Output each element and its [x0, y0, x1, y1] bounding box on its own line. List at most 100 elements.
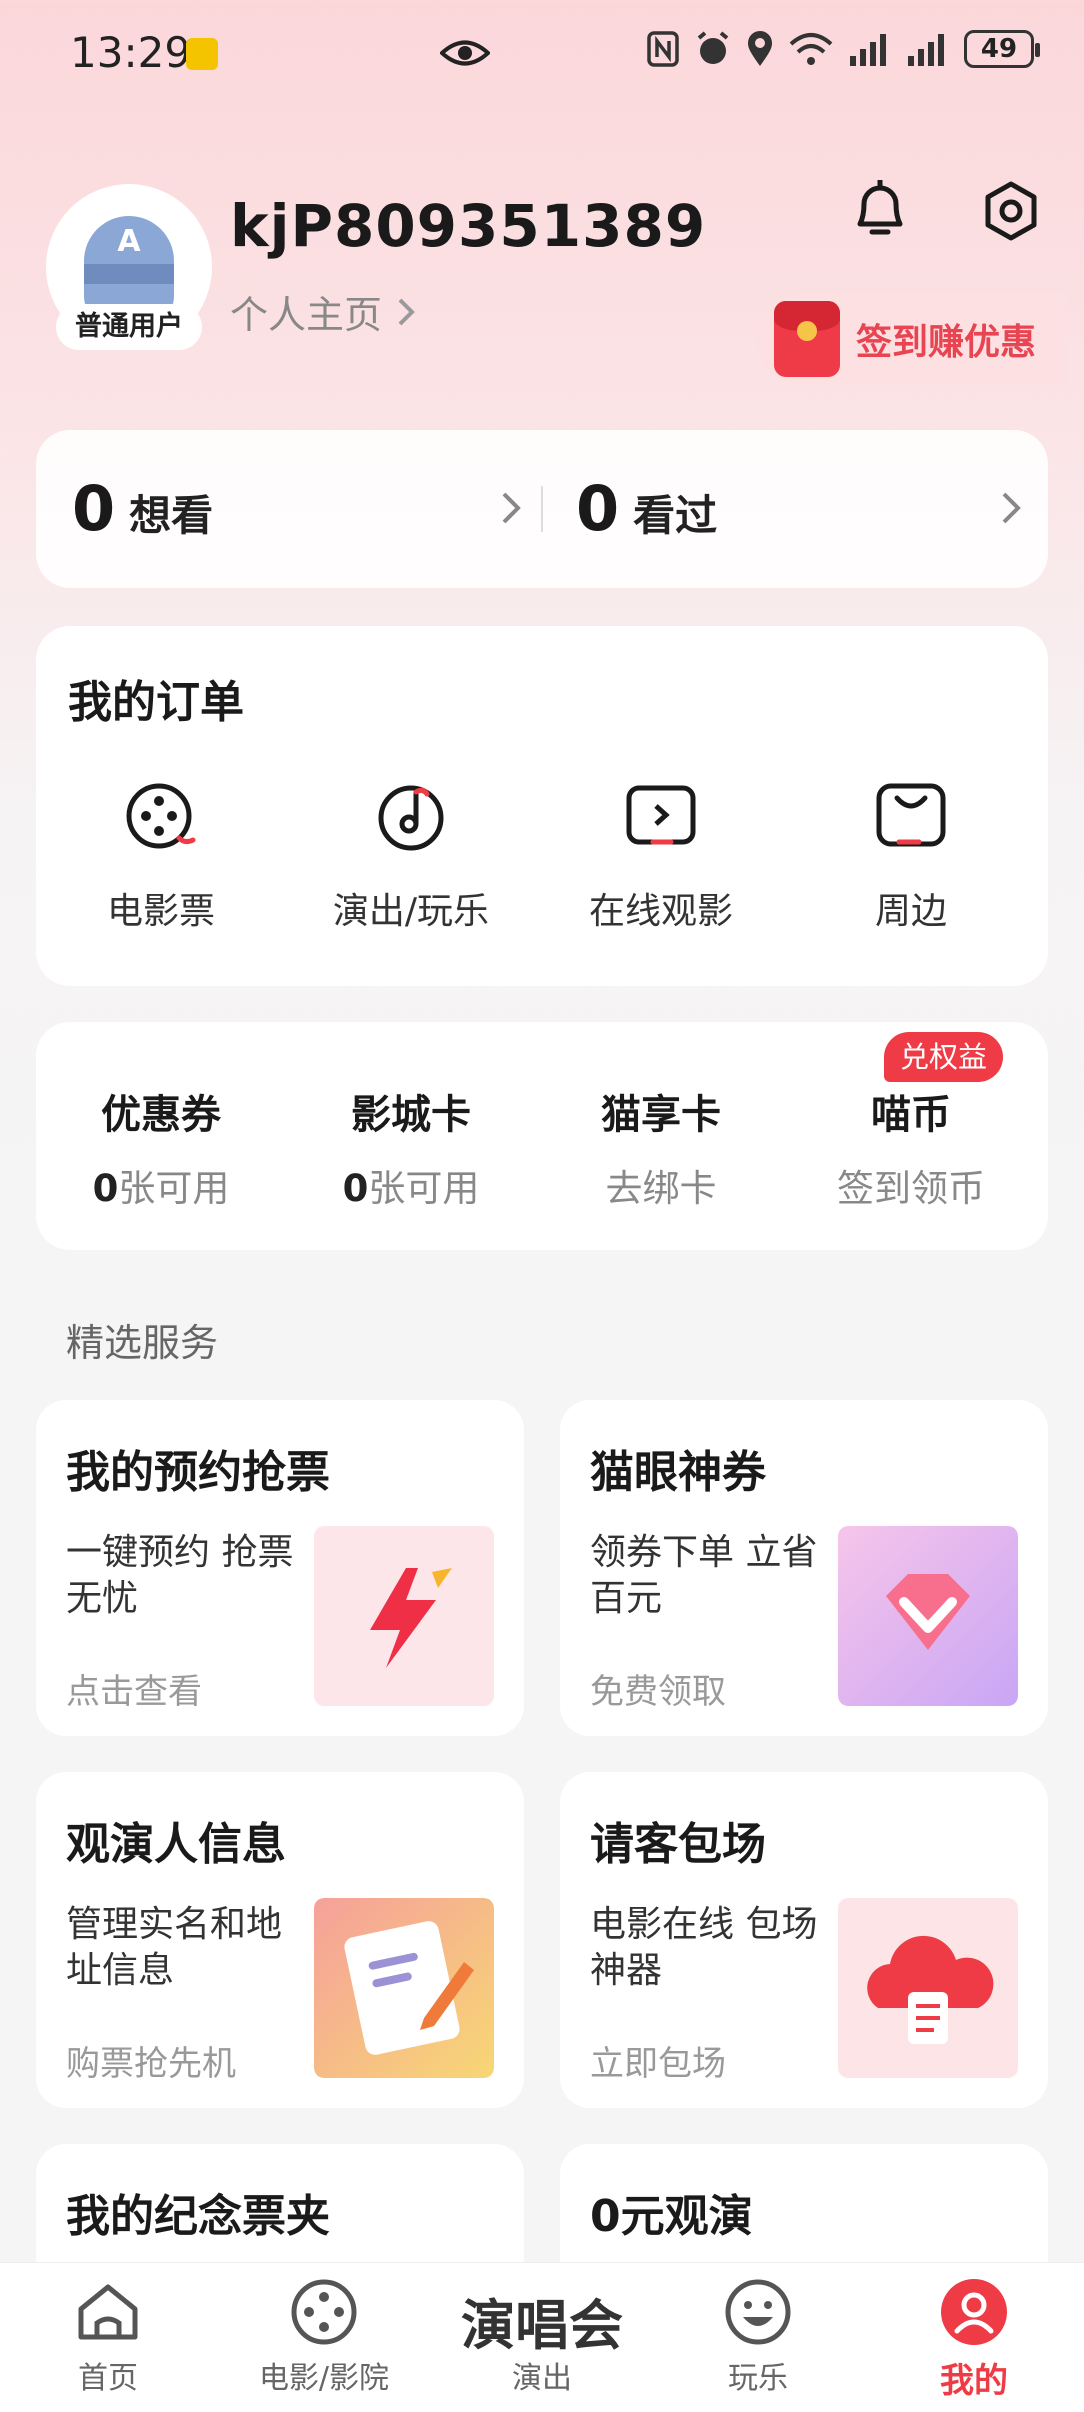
signal-icon-2: [908, 34, 944, 66]
nav-home[interactable]: 首页: [18, 2277, 198, 2397]
benefit-title: 猫享卡: [601, 1092, 721, 1138]
chevron-right-icon: [398, 298, 415, 325]
orders-title: 我的订单: [68, 677, 244, 728]
nav-entertainment[interactable]: 玩乐: [668, 2277, 848, 2397]
benefit-sub-text: 张可用: [368, 1167, 480, 1210]
service-card-private-screening[interactable]: 请客包场 电影在线 包场神器 立即包场: [560, 1772, 1048, 2108]
alarm-icon: [697, 31, 729, 64]
order-movie-tickets[interactable]: 电影票: [36, 776, 286, 934]
battery-level: 49: [980, 34, 1018, 64]
service-card-reservations[interactable]: 我的预约抢票 一键预约 抢票无忧 点击查看: [36, 1400, 524, 1736]
benefit-title: 优惠券: [101, 1092, 221, 1138]
user-icon: [941, 2279, 1007, 2345]
nav-label: 演出: [512, 2361, 572, 2396]
service-desc: 管理实名和地址信息: [66, 1904, 283, 1991]
service-title: 我的纪念票夹: [66, 2191, 330, 2242]
checkin-label: 签到赚优惠: [856, 322, 1037, 363]
nav-shows[interactable]: 演唱会 演出: [452, 2277, 632, 2397]
service-link[interactable]: 点击查看: [66, 1664, 202, 1713]
benefit-cat-card[interactable]: 猫享卡 去绑卡: [536, 1082, 786, 1212]
service-card-coupons[interactable]: 猫眼神券 领券下单 立省百元 免费领取: [560, 1400, 1048, 1736]
service-title: 我的预约抢票: [66, 1447, 330, 1498]
service-link[interactable]: 免费领取: [590, 1664, 726, 1713]
benefit-count: 0: [92, 1167, 119, 1210]
play-screen-icon: [626, 785, 696, 845]
personal-homepage-link[interactable]: 个人主页: [230, 284, 416, 339]
avatar-letter: A: [117, 224, 141, 259]
nav-label: 我的: [940, 2361, 1008, 2401]
order-label: 在线观影: [588, 891, 733, 932]
nav-profile[interactable]: 我的: [884, 2277, 1064, 2402]
bottom-navigation: 首页 电影/影院 演唱会 演出 玩乐 我的: [0, 2262, 1084, 2412]
user-level-tag: 普通用户: [56, 304, 202, 350]
want-label: 想看: [129, 491, 214, 540]
service-desc: 领券下单 立省百元: [590, 1532, 818, 1619]
service-desc: 一键预约 抢票无忧: [66, 1532, 294, 1619]
location-icon: [748, 31, 772, 66]
bell-icon[interactable]: [850, 176, 910, 242]
bag-icon: [876, 783, 946, 847]
username: kjP809351389: [230, 192, 707, 260]
signal-icon: [850, 34, 886, 66]
order-shows[interactable]: 演出/玩乐: [286, 776, 536, 934]
nfc-icon: [647, 31, 679, 67]
benefit-title: 影城卡: [351, 1092, 471, 1138]
divider: [541, 486, 543, 532]
service-title: 观演人信息: [66, 1819, 286, 1870]
section-title: 精选服务: [66, 1321, 219, 1365]
notification-badge-icon: [186, 38, 218, 70]
benefit-coins[interactable]: 喵币 签到领币: [786, 1082, 1036, 1212]
nav-label: 电影/影院: [258, 2361, 390, 2396]
music-note-icon: [378, 785, 444, 851]
cloud-ticket-icon: [838, 1898, 1018, 2078]
lightning-icon: [314, 1526, 494, 1706]
order-merchandise[interactable]: 周边: [786, 776, 1036, 934]
chevron-right-icon: [1002, 492, 1021, 524]
seen-stat[interactable]: 0 看过: [576, 472, 717, 545]
service-desc: 电影在线 包场神器: [590, 1904, 818, 1991]
status-icons: 49: [646, 30, 1040, 68]
eye-icon: [440, 40, 490, 66]
nav-label: 首页: [78, 2361, 138, 2396]
benefit-sub-text: 张可用: [118, 1167, 230, 1210]
my-orders-card: 我的订单 电影票 演出/玩乐 在线观影 周边: [36, 626, 1048, 986]
chevron-right-icon: [502, 492, 521, 524]
benefit-coupons[interactable]: 优惠券 0张可用: [36, 1082, 286, 1212]
order-online-viewing[interactable]: 在线观影: [536, 776, 786, 934]
service-link[interactable]: 购票抢先机: [66, 2036, 236, 2085]
benefit-count: 0: [342, 1167, 369, 1210]
settings-icon[interactable]: [980, 180, 1042, 242]
clipboard-pen-icon: [314, 1898, 494, 2078]
service-link[interactable]: 立即包场: [590, 2036, 726, 2085]
film-reel-icon: [126, 783, 196, 849]
nav-concert-title: 演唱会: [461, 2294, 623, 2357]
order-label: 周边: [874, 891, 947, 932]
want-to-see-stat[interactable]: 0 想看: [72, 472, 213, 545]
film-reel-icon: [291, 2279, 357, 2345]
benefit-sub: 去绑卡: [605, 1167, 717, 1210]
home-icon: [78, 2284, 138, 2340]
checkin-button[interactable]: 签到赚优惠: [756, 294, 1066, 384]
nav-movies[interactable]: 电影/影院: [234, 2277, 414, 2397]
smile-icon: [725, 2279, 791, 2345]
benefit-sub: 签到领币: [837, 1167, 985, 1210]
status-bar: 13:29 49: [0, 0, 1084, 110]
order-label: 电影票: [106, 891, 215, 932]
order-label: 演出/玩乐: [332, 891, 490, 932]
seen-label: 看过: [633, 491, 718, 540]
exchange-rights-badge[interactable]: 兑权益: [884, 1032, 1004, 1082]
benefit-sub: 0张可用: [286, 1158, 536, 1212]
red-envelope-icon: [774, 301, 840, 377]
nav-label: 玩乐: [728, 2361, 788, 2396]
wifi-icon: [789, 33, 833, 65]
benefit-sub: 0张可用: [36, 1158, 286, 1212]
watchlist-card: 0 想看 0 看过: [36, 430, 1048, 588]
service-card-attendee-info[interactable]: 观演人信息 管理实名和地址信息 购票抢先机: [36, 1772, 524, 2108]
want-count: 0: [72, 472, 116, 545]
personal-homepage-label: 个人主页: [230, 293, 383, 337]
service-title: 请客包场: [590, 1819, 766, 1870]
seen-count: 0: [576, 472, 620, 545]
benefit-cinema-card[interactable]: 影城卡 0张可用: [286, 1082, 536, 1212]
service-title: 猫眼神券: [590, 1447, 766, 1498]
service-title: 0元观演: [590, 2191, 753, 2242]
